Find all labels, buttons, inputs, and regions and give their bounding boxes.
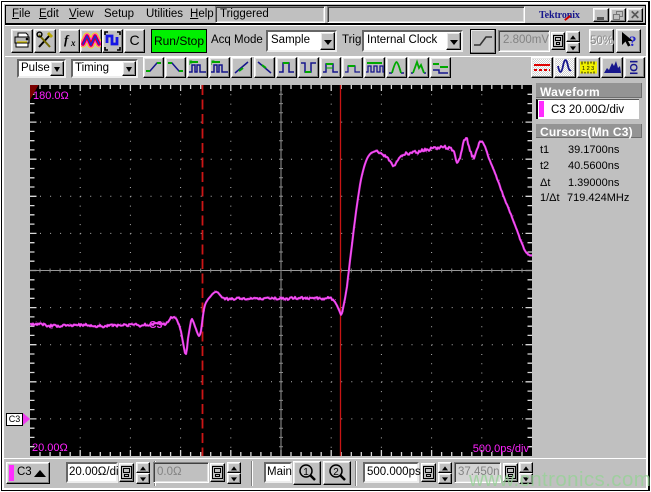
svg-text:1: 1 xyxy=(303,467,309,478)
svg-text:F: F xyxy=(211,61,215,67)
svg-text:C3: C3 xyxy=(149,319,163,331)
svg-text:P: P xyxy=(189,61,193,67)
svg-text:IOI: IOI xyxy=(627,60,639,75)
svg-text:1 2 3: 1 2 3 xyxy=(582,66,594,72)
svg-text:?: ? xyxy=(629,34,637,50)
svg-text:2: 2 xyxy=(333,467,339,478)
svg-text:20.00Ω: 20.00Ω xyxy=(32,442,68,454)
svg-text:180.0Ω: 180.0Ω xyxy=(33,90,69,102)
svg-text:500.0ps/div: 500.0ps/div xyxy=(473,443,530,455)
